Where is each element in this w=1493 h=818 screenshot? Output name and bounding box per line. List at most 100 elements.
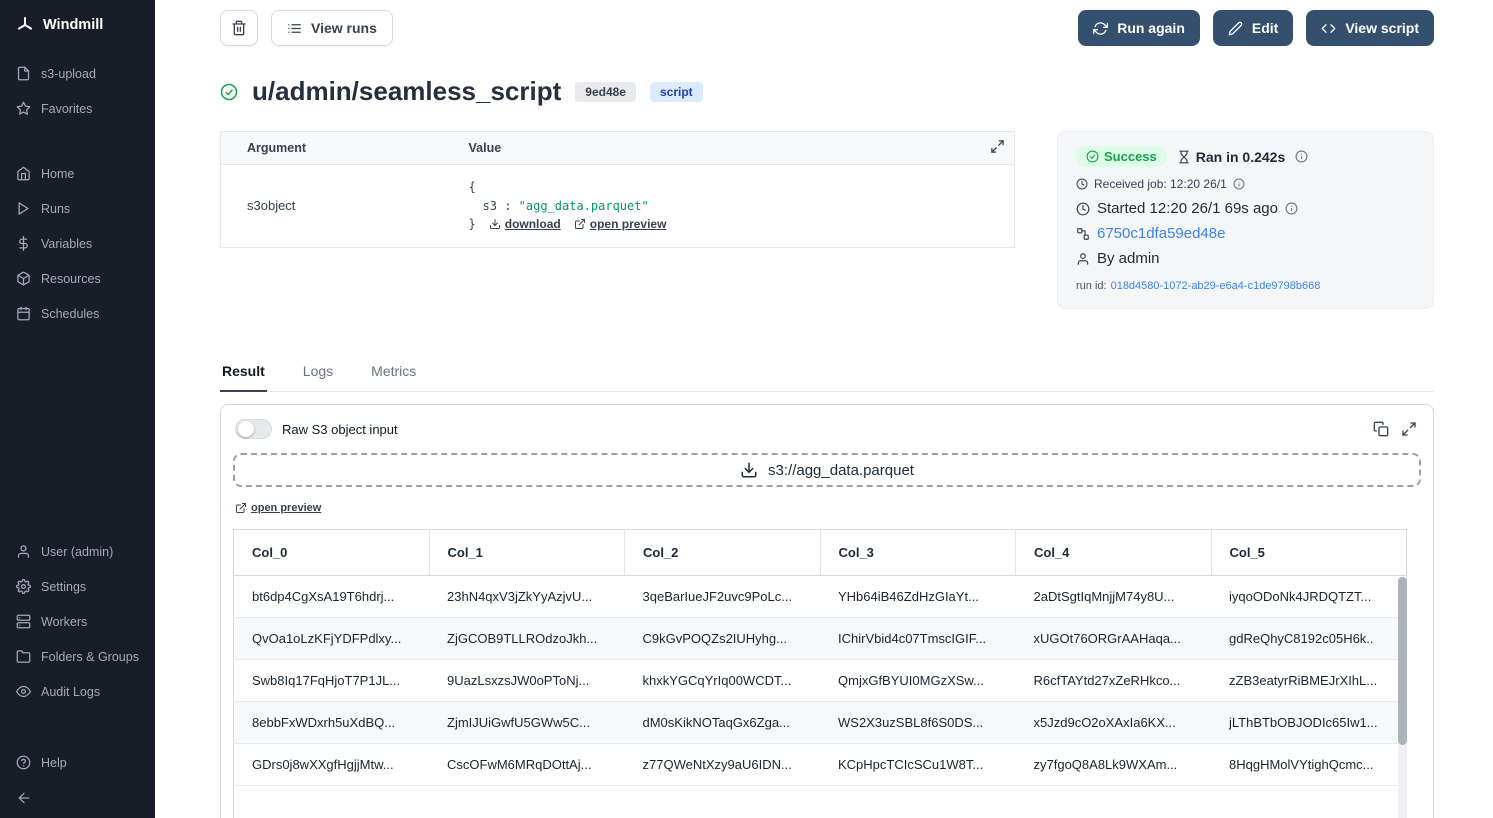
table-cell: CscOFwM6MRqDOttAj... xyxy=(429,744,625,786)
info-icon[interactable] xyxy=(1295,150,1308,163)
table-cell: 9UazLsxzsJW0oPToNj... xyxy=(429,660,625,702)
clock-icon xyxy=(1076,178,1088,190)
expand-result-icon[interactable] xyxy=(1401,421,1417,437)
download-icon xyxy=(740,461,758,479)
column-header: Col_1 xyxy=(429,530,625,576)
sidebar-item-label: Schedules xyxy=(41,307,99,321)
workspace-switcher[interactable]: Windmill xyxy=(0,14,155,50)
status-badge: Success xyxy=(1076,146,1167,167)
table-cell: KCpHpcTCIcSCu1W8T... xyxy=(820,744,1016,786)
s3-file-download-button[interactable]: s3://agg_data.parquet xyxy=(233,453,1421,487)
run-toolbar: View runs Run again Edit View script xyxy=(220,10,1434,46)
sidebar-item-label: Favorites xyxy=(41,102,92,116)
tab-metrics[interactable]: Metrics xyxy=(369,363,418,391)
result-table: Col_0Col_1Col_2Col_3Col_4Col_5 bt6dp4CgX… xyxy=(233,529,1407,818)
windmill-logo-icon xyxy=(16,16,34,34)
run-again-button[interactable]: Run again xyxy=(1078,10,1200,46)
eye-icon xyxy=(16,684,31,699)
run-again-label: Run again xyxy=(1117,20,1185,36)
tab-logs[interactable]: Logs xyxy=(301,363,335,391)
table-row[interactable]: bt6dp4CgXsA19T6hdrj...23hN4qxV3jZkYyAzjv… xyxy=(234,576,1407,618)
sidebar-item-home[interactable]: Home xyxy=(0,156,155,191)
view-script-button[interactable]: View script xyxy=(1306,10,1434,46)
view-runs-button[interactable]: View runs xyxy=(271,10,393,46)
table-cell: IChirVbid4c07TmscIGIF... xyxy=(820,618,1016,660)
json-string-value: "agg_data.parquet" xyxy=(519,199,649,213)
download-icon xyxy=(489,218,501,230)
run-duration: Ran in 0.242s xyxy=(1177,149,1286,165)
started-label: Started 12:20 26/1 69s ago xyxy=(1097,200,1278,217)
table-cell: gdReQhyC8192c05H6k.. xyxy=(1211,618,1407,660)
server-icon xyxy=(16,614,31,629)
scrollbar-thumb[interactable] xyxy=(1398,577,1407,745)
result-table-container: Col_0Col_1Col_2Col_3Col_4Col_5 bt6dp4CgX… xyxy=(233,529,1407,818)
column-header-value: Value xyxy=(443,132,1015,165)
status-label: Success xyxy=(1104,149,1157,164)
table-cell: WS2X3uzSBL8f6S0DS... xyxy=(820,702,1016,744)
package-icon xyxy=(16,271,31,286)
table-cell: QvOa1oLzKFjYDFPdlxy... xyxy=(234,618,430,660)
table-cell: iyqoODoNk4JRDQTZT... xyxy=(1211,576,1407,618)
delete-run-button[interactable] xyxy=(220,10,258,46)
table-cell: 8HqgHMolVYtighQcmc... xyxy=(1211,744,1407,786)
star-icon xyxy=(16,101,31,116)
sidebar-item-label: Settings xyxy=(41,580,86,594)
arrow-left-icon xyxy=(16,790,139,806)
sidebar-item-runs[interactable]: Runs xyxy=(0,191,155,226)
sidebar-item-user[interactable]: User (admin) xyxy=(0,534,155,569)
trash-icon xyxy=(231,20,247,36)
argument-row: s3object { s3 : "agg_data.parquet" xyxy=(221,165,1015,248)
sidebar-item-variables[interactable]: Variables xyxy=(0,226,155,261)
info-icon[interactable] xyxy=(1285,202,1298,215)
sidebar-item-label: User (admin) xyxy=(41,545,113,559)
table-row[interactable]: Swb8Iq17FqHjoT7P1JL...9UazLsxzsJW0oPToNj… xyxy=(234,660,1407,702)
view-script-label: View script xyxy=(1345,20,1419,36)
result-panel: Raw S3 object input s3://agg_data.parque… xyxy=(220,404,1434,818)
sidebar-item-label: s3-upload xyxy=(41,67,96,81)
list-icon xyxy=(287,21,302,36)
refresh-icon xyxy=(1093,21,1108,36)
user-icon xyxy=(16,544,31,559)
sidebar-item-label: Workers xyxy=(41,615,87,629)
table-row[interactable]: 8ebbFxWDxrh5uXdBQ...ZjmIJUiGwfU5GWw5C...… xyxy=(234,702,1407,744)
received-job-label: Received job: 12:20 26/1 xyxy=(1094,177,1227,191)
run-id-link[interactable]: 018d4580-1072-ab29-e6a4-c1de9798b668 xyxy=(1111,280,1321,292)
raw-s3-toggle[interactable] xyxy=(235,419,272,439)
copy-icon[interactable] xyxy=(1373,421,1389,437)
table-cell xyxy=(820,786,1016,818)
sidebar-item-audit-logs[interactable]: Audit Logs xyxy=(0,674,155,709)
sidebar-item-label: Folders & Groups xyxy=(41,650,139,664)
table-row[interactable]: GDrs0j8wXXgfHgjjMtw...CscOFwM6MRqDOttAj.… xyxy=(234,744,1407,786)
run-by-label: By admin xyxy=(1097,250,1160,267)
clock-icon xyxy=(1076,202,1090,216)
sidebar-item-schedules[interactable]: Schedules xyxy=(0,296,155,331)
tab-result[interactable]: Result xyxy=(220,363,267,392)
expand-args-icon[interactable] xyxy=(990,139,1005,154)
job-status-panel: Success Ran in 0.242s Received job: 12:2… xyxy=(1057,131,1434,309)
table-row[interactable]: QvOa1oLzKFjYDFPdlxy...ZjGCOB9TLLROdzoJkh… xyxy=(234,618,1407,660)
info-icon[interactable] xyxy=(1233,178,1245,190)
view-runs-label: View runs xyxy=(311,20,377,36)
column-header: Col_2 xyxy=(625,530,821,576)
edit-button[interactable]: Edit xyxy=(1213,10,1293,46)
sidebar-item-s3-upload[interactable]: s3-upload xyxy=(0,56,155,91)
download-label: download xyxy=(505,215,561,234)
sidebar-item-favorites[interactable]: Favorites xyxy=(0,91,155,126)
sidebar-item-settings[interactable]: Settings xyxy=(0,569,155,604)
result-open-preview-link[interactable]: open preview xyxy=(235,502,321,514)
table-row-empty xyxy=(234,786,1407,818)
started-row: Started 12:20 26/1 69s ago xyxy=(1076,200,1415,217)
sidebar: Windmill s3-upload Favorites Home Runs V… xyxy=(0,0,155,818)
sidebar-item-folders-groups[interactable]: Folders & Groups xyxy=(0,639,155,674)
table-cell: Swb8Iq17FqHjoT7P1JL... xyxy=(234,660,430,702)
sidebar-item-help[interactable]: Help xyxy=(0,745,155,780)
sidebar-item-resources[interactable]: Resources xyxy=(0,261,155,296)
arguments-panel: Argument Value s3object { s3 : xyxy=(220,131,1015,248)
table-cell: YHb64iB46ZdHzGIaYt... xyxy=(820,576,1016,618)
sidebar-item-workers[interactable]: Workers xyxy=(0,604,155,639)
open-preview-link[interactable]: open preview xyxy=(574,215,667,234)
collapse-sidebar-button[interactable] xyxy=(0,780,155,806)
job-id-link[interactable]: 6750c1dfa59ed48e xyxy=(1097,225,1225,242)
download-link[interactable]: download xyxy=(489,215,561,234)
table-cell: QmjxGfBYUI0MGzXSw... xyxy=(820,660,1016,702)
